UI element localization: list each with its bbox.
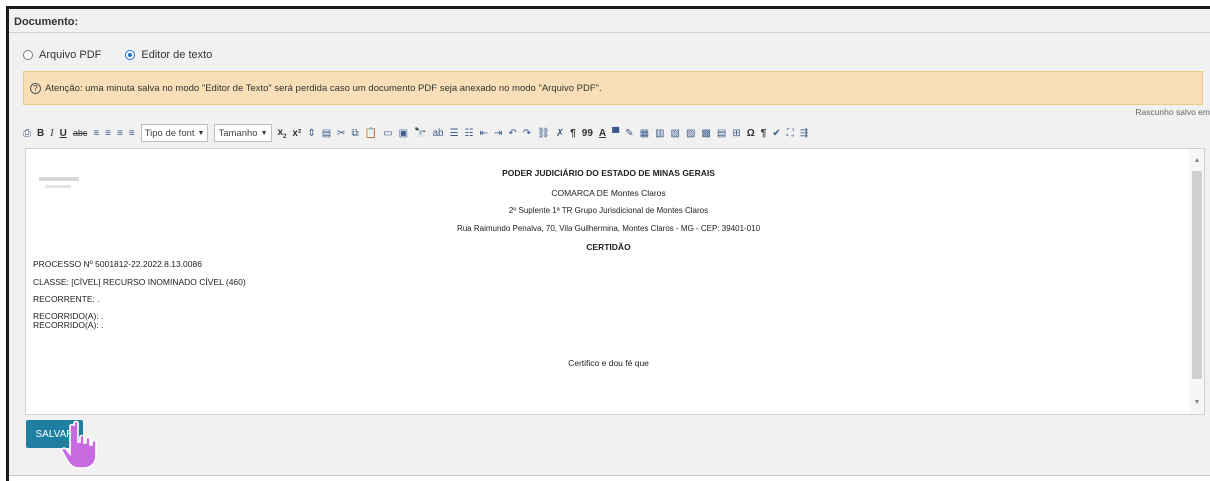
- header-line-comarca: COMARCA DE Montes Claros: [551, 188, 666, 198]
- source-icon[interactable]: ⇶: [800, 128, 808, 139]
- format-icon[interactable]: ▤: [322, 128, 331, 139]
- recorrente-line: RECORRENTE: .: [33, 294, 100, 304]
- spellcheck-icon[interactable]: ✔: [772, 128, 780, 139]
- show-blocks-button[interactable]: ¶: [761, 128, 767, 139]
- question-circle-icon: ?: [30, 82, 41, 94]
- document-frame: Documento: Arquivo PDF Editor de texto ?…: [6, 6, 1210, 481]
- align-justify-icon[interactable]: ≡: [129, 128, 135, 139]
- certifico-line: Certifico e dou fé que: [568, 358, 649, 368]
- fullscreen-icon[interactable]: ⛶: [787, 128, 794, 139]
- line-height-icon[interactable]: ⇕: [307, 128, 315, 139]
- font-size-value: Tamanho: [218, 127, 258, 139]
- table-icon[interactable]: ▦: [640, 128, 649, 139]
- radio-circle-icon: [23, 50, 33, 60]
- redo-icon[interactable]: ↷: [523, 128, 531, 139]
- link-icon[interactable]: ⛓: [537, 128, 550, 139]
- scroll-down-icon[interactable]: ▼: [1190, 399, 1204, 406]
- numbered-list-icon[interactable]: ☷: [465, 128, 474, 139]
- table-cell-icon[interactable]: ▨: [686, 128, 695, 139]
- bold-button[interactable]: B: [37, 128, 44, 139]
- chevron-down-icon: ▼: [197, 129, 205, 137]
- underline-button[interactable]: U: [60, 128, 67, 139]
- scroll-up-icon[interactable]: ▲: [1190, 157, 1204, 164]
- radio-label: Editor de texto: [141, 49, 213, 61]
- editor-scrollbar[interactable]: ▲ ▼: [1190, 149, 1204, 414]
- radio-selected-icon: [125, 50, 136, 60]
- special-char-button[interactable]: Ω: [747, 128, 755, 139]
- divider: [9, 32, 1210, 33]
- paste-icon[interactable]: 📋: [365, 128, 377, 139]
- paste-text-icon[interactable]: ▭: [383, 128, 392, 139]
- blockquote-button[interactable]: 99: [582, 128, 593, 139]
- mode-selector: Arquivo PDF Editor de texto: [23, 49, 236, 61]
- text-color-button[interactable]: A: [599, 128, 606, 139]
- table-col-icon[interactable]: ▧: [671, 128, 680, 139]
- header-line-address: Rua Raimundo Penalva, 70, Vila Guilhermi…: [456, 224, 761, 233]
- header-line-court: PODER JUDICIÁRIO DO ESTADO DE MINAS GERA…: [502, 168, 715, 178]
- find-icon[interactable]: 🔭: [414, 128, 426, 139]
- font-family-select[interactable]: Tipo de font ▼: [140, 124, 209, 142]
- superscript-button[interactable]: x²: [292, 128, 301, 139]
- classe-line: CLASSE: [CÍVEL] RECURSO INOMINADO CÍVEL …: [33, 277, 246, 287]
- document-panel: Documento: Arquivo PDF Editor de texto ?…: [9, 9, 1210, 475]
- undo-icon[interactable]: ↶: [508, 128, 516, 139]
- paste-word-icon[interactable]: ▣: [399, 128, 408, 139]
- highlight-color-button[interactable]: ▀: [612, 128, 619, 139]
- draft-status: Rascunho salvo em: [1135, 107, 1210, 117]
- recorrido-line: RECORRIDO(A): .: [33, 320, 104, 330]
- italic-button[interactable]: I: [50, 128, 53, 139]
- replace-icon[interactable]: ab: [433, 128, 444, 139]
- align-left-icon[interactable]: ≡: [93, 128, 99, 139]
- warning-alert: ? Atenção: uma minuta salva no modo "Edi…: [23, 71, 1203, 105]
- table-merge-icon[interactable]: ▩: [701, 128, 710, 139]
- table-props-icon[interactable]: ⊞: [732, 128, 740, 139]
- bullet-list-icon[interactable]: ☰: [450, 128, 459, 139]
- header-line-grupo: 2º Suplente 1ª TR Grupo Jurisdicional de…: [508, 206, 709, 215]
- unlink-icon[interactable]: ✗: [556, 128, 564, 139]
- font-family-value: Tipo de font: [144, 127, 195, 139]
- editor-toolbar: ⎙ B I U abc ≡ ≡ ≡ ≡ Tipo de font ▼ Taman…: [23, 121, 1210, 145]
- radio-editor-texto[interactable]: Editor de texto: [125, 49, 212, 61]
- table-row-icon[interactable]: ▥: [655, 128, 664, 139]
- text-editor-area[interactable]: PODER JUDICIÁRIO DO ESTADO DE MINAS GERA…: [25, 148, 1205, 415]
- cut-icon[interactable]: ✂: [337, 128, 345, 139]
- hand-pointer-icon: [61, 420, 97, 469]
- outdent-icon[interactable]: ⇤: [480, 128, 488, 139]
- edit-icon[interactable]: ✎: [625, 128, 633, 139]
- print-icon[interactable]: ⎙: [23, 128, 31, 139]
- chevron-down-icon: ▼: [260, 129, 268, 137]
- copy-icon[interactable]: ⧉: [352, 128, 359, 139]
- subscript-button[interactable]: x2: [278, 127, 287, 140]
- header-line-title: CERTIDÃO: [586, 242, 631, 252]
- radio-arquivo-pdf[interactable]: Arquivo PDF: [23, 49, 101, 61]
- processo-line: PROCESSO Nº 5001812-22.2022.8.13.0086: [33, 259, 202, 269]
- align-center-icon[interactable]: ≡: [105, 128, 111, 139]
- paragraph-mark-icon[interactable]: ¶: [570, 128, 576, 139]
- radio-label: Arquivo PDF: [39, 49, 102, 61]
- alert-text: Atenção: uma minuta salva no modo "Edito…: [45, 82, 602, 94]
- strikethrough-button[interactable]: abc: [73, 128, 88, 138]
- section-label: Documento:: [14, 16, 79, 28]
- scroll-thumb[interactable]: [1192, 171, 1202, 379]
- divider: [9, 475, 1210, 476]
- align-right-icon[interactable]: ≡: [117, 128, 123, 139]
- table-split-icon[interactable]: ▤: [717, 128, 726, 139]
- indent-icon[interactable]: ⇥: [494, 128, 502, 139]
- font-size-select[interactable]: Tamanho ▼: [214, 124, 272, 142]
